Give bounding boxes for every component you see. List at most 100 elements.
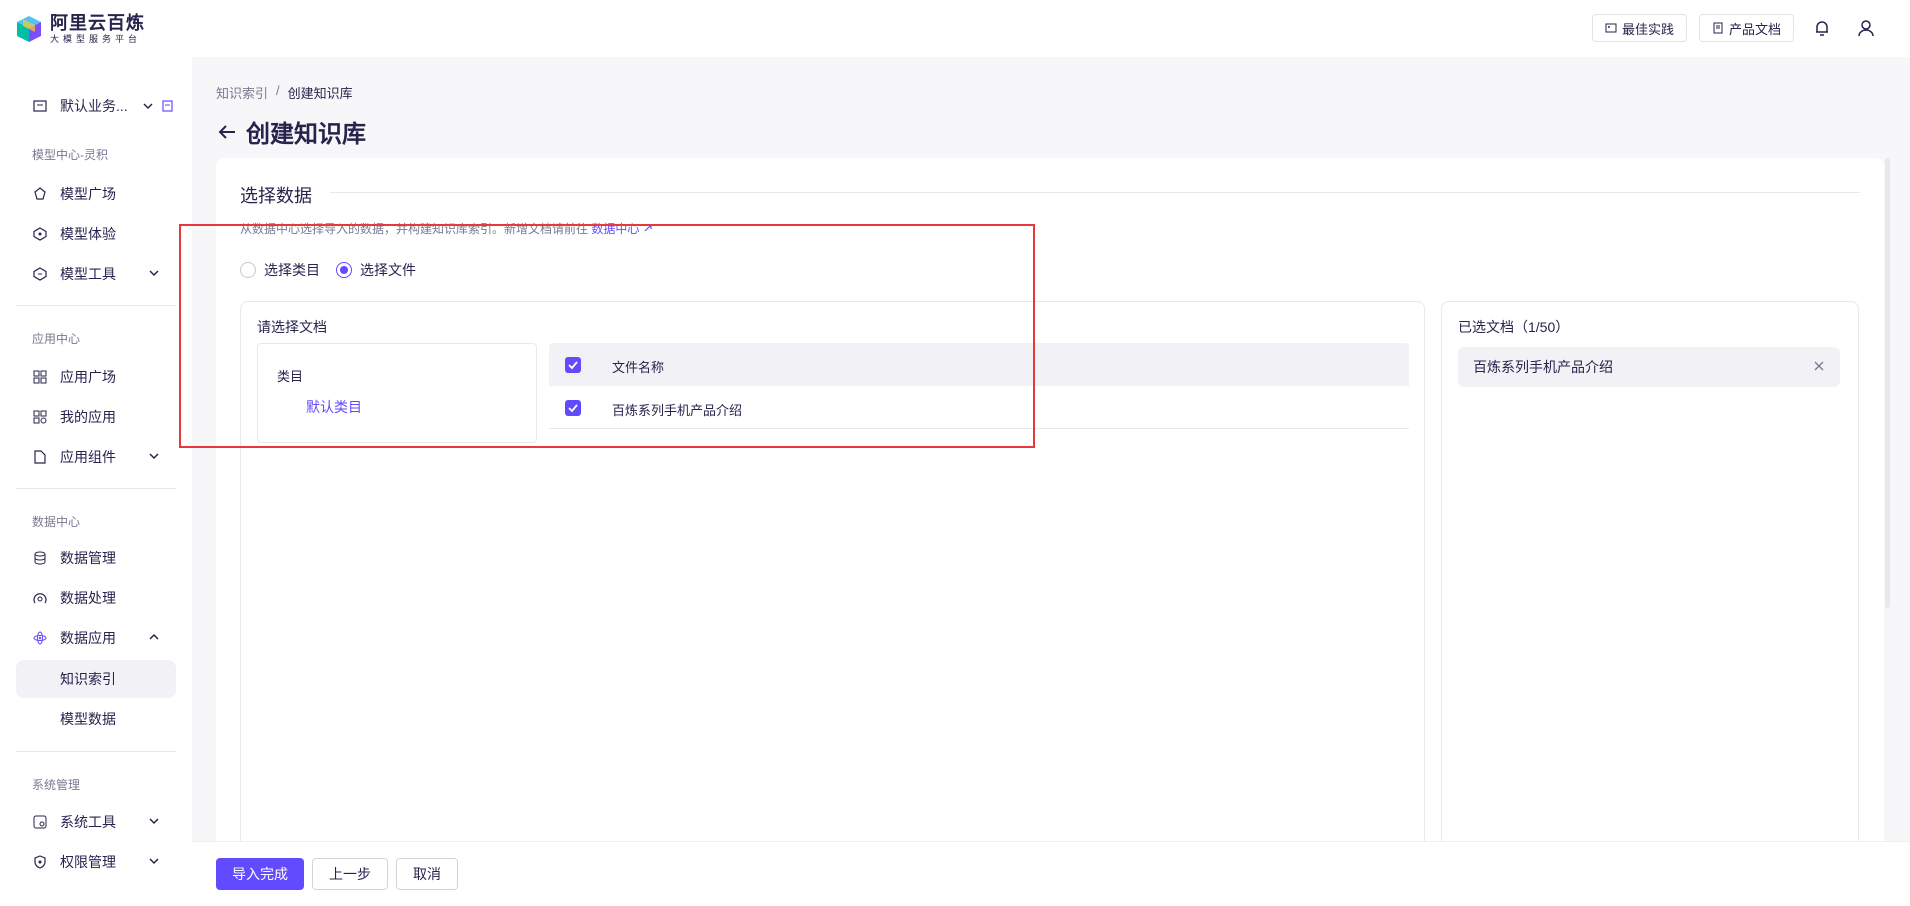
data-process-icon [32, 590, 48, 606]
chevron-down-icon [149, 270, 159, 277]
model-square-icon [32, 186, 48, 202]
nav-system-tools[interactable]: 系统工具 [16, 803, 176, 841]
category-box [257, 343, 537, 443]
data-app-icon [32, 630, 48, 646]
nav-permissions[interactable]: 权限管理 [16, 843, 176, 881]
bell-icon [1816, 21, 1828, 36]
document-picker-title: 请选择文档 [257, 319, 327, 335]
breadcrumb-separator: / [276, 83, 280, 98]
nav-label: 知识索引 [60, 671, 116, 687]
section-title: 选择数据 [240, 186, 312, 206]
document-icon [1713, 22, 1723, 34]
top-bar: 阿里云百炼 大模型服务平台 最佳实践 产品文档 [0, 0, 1910, 57]
selection-mode: 选择类目 选择文件 [240, 260, 416, 280]
nav-model-experience[interactable]: 模型体验 [16, 215, 176, 253]
nav-app-square[interactable]: 应用广场 [16, 358, 176, 396]
category-item-default[interactable]: 默认类目 [306, 397, 362, 417]
radio-label: 选择文件 [360, 262, 416, 278]
section-title-model-center: 模型中心-灵积 [32, 148, 108, 162]
app-square-icon [32, 369, 48, 385]
hint-text: 从数据中心选择导入的数据，并构建知识库索引。新增文档请前往 [240, 222, 589, 236]
nav-my-apps[interactable]: 我的应用 [16, 398, 176, 436]
sidebar-divider [16, 488, 176, 489]
import-complete-button[interactable]: 导入完成 [216, 858, 304, 890]
notifications-button[interactable] [1806, 14, 1838, 42]
nav-model-square[interactable]: 模型广场 [16, 175, 176, 213]
folder-icon [33, 100, 47, 112]
select-all-checkbox[interactable] [565, 357, 581, 373]
table-header [549, 343, 1409, 386]
my-apps-icon [32, 409, 48, 425]
nav-label: 模型数据 [60, 711, 116, 727]
breadcrumb-parent[interactable]: 知识索引 [216, 83, 268, 102]
check-icon [568, 404, 578, 413]
logo-cube-icon [17, 16, 41, 42]
database-icon [32, 550, 48, 566]
nav-app-components[interactable]: 应用组件 [16, 438, 176, 476]
selected-documents-title: 已选文档（1/50） [1458, 319, 1570, 335]
model-experience-icon [32, 226, 48, 242]
section-title-data-center: 数据中心 [32, 515, 81, 529]
chevron-down-icon [143, 103, 153, 110]
nav-label: 应用组件 [60, 449, 116, 465]
logo[interactable]: 阿里云百炼 大模型服务平台 [14, 14, 145, 44]
workspace-label: 默认业务... [60, 98, 128, 114]
user-button[interactable] [1850, 14, 1882, 42]
nav-label: 数据处理 [60, 590, 116, 606]
section-title-app-center: 应用中心 [32, 332, 81, 346]
previous-step-button[interactable]: 上一步 [312, 858, 388, 890]
system-tools-icon [32, 814, 48, 830]
nav-label: 我的应用 [60, 409, 116, 425]
nav-label: 数据应用 [60, 630, 116, 646]
section-title-system: 系统管理 [32, 778, 81, 792]
page-title: 创建知识库 [246, 121, 366, 148]
nav-label: 模型工具 [60, 266, 116, 282]
external-link-icon[interactable] [643, 223, 653, 233]
image-icon [1605, 23, 1617, 33]
nav-data-apps[interactable]: 数据应用 [16, 619, 176, 657]
chevron-down-icon [149, 858, 159, 865]
row-checkbox[interactable] [565, 400, 581, 416]
radio-label: 选择类目 [264, 262, 320, 278]
nav-data-management[interactable]: 数据管理 [16, 539, 176, 577]
shield-icon [32, 854, 48, 870]
nav-label: 权限管理 [60, 854, 116, 870]
column-file-name: 文件名称 [612, 360, 665, 375]
cancel-button[interactable]: 取消 [396, 858, 458, 890]
product-docs-label: 产品文档 [1728, 21, 1781, 37]
breadcrumb: 知识索引 / 创建知识库 [216, 83, 353, 102]
logo-subtitle: 大模型服务平台 [50, 34, 142, 44]
nav-model-data[interactable]: 模型数据 [16, 700, 176, 738]
best-practice-label: 最佳实践 [1621, 21, 1674, 37]
close-icon[interactable] [1812, 359, 1826, 373]
back-arrow-icon[interactable] [216, 121, 238, 143]
chevron-down-icon [149, 818, 159, 825]
workspace-selector[interactable]: 默认业务... [16, 91, 176, 121]
nav-data-processing[interactable]: 数据处理 [16, 579, 176, 617]
product-docs-button[interactable]: 产品文档 [1698, 14, 1794, 42]
radio-circle[interactable] [336, 262, 352, 278]
sidebar-divider [16, 305, 176, 306]
category-label: 类目 [277, 369, 304, 384]
user-icon [1858, 20, 1874, 37]
radio-select-category[interactable]: 选择类目 [240, 260, 320, 280]
radio-circle[interactable] [240, 262, 256, 278]
section-divider [330, 192, 1860, 193]
sidebar-divider [16, 751, 176, 752]
sidebar: 默认业务... 模型中心-灵积 模型广场 模型体验 模型工具 应用中心 应用广场… [0, 57, 192, 906]
nav-model-tools[interactable]: 模型工具 [16, 255, 176, 293]
workspace-doc-icon[interactable] [162, 100, 173, 112]
chevron-up-icon [149, 633, 159, 640]
page-header: 创建知识库 [216, 114, 366, 149]
app-components-icon [32, 449, 48, 465]
nav-knowledge-index[interactable]: 知识索引 [16, 660, 176, 698]
chevron-down-icon [149, 453, 159, 460]
radio-select-file[interactable]: 选择文件 [336, 260, 416, 280]
check-icon [568, 361, 578, 370]
selected-document-name: 百炼系列手机产品介绍 [1473, 359, 1613, 375]
best-practice-button[interactable]: 最佳实践 [1591, 14, 1687, 42]
section-hint: 从数据中心选择导入的数据，并构建知识库索引。新增文档请前往 数据中心 [240, 220, 653, 237]
data-center-link[interactable]: 数据中心 [591, 222, 639, 236]
scrollbar[interactable] [1885, 158, 1890, 608]
breadcrumb-current: 创建知识库 [287, 86, 353, 101]
